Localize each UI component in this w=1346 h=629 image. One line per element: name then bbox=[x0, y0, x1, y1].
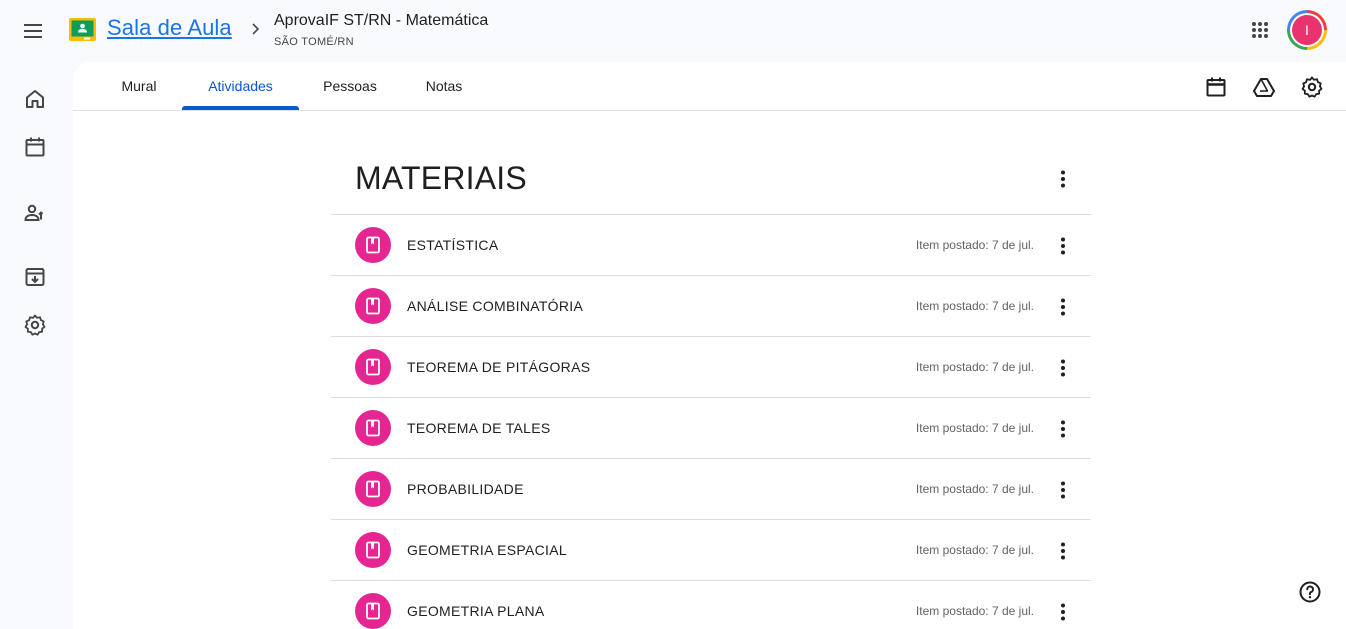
help-icon[interactable] bbox=[1298, 580, 1322, 604]
drive-icon[interactable] bbox=[1252, 75, 1276, 99]
item-title: TEOREMA DE TALES bbox=[407, 420, 551, 436]
archive-icon[interactable] bbox=[23, 265, 47, 289]
tab-notas[interactable]: Notas bbox=[415, 62, 473, 110]
more-vert-icon[interactable] bbox=[1051, 234, 1075, 258]
book-icon bbox=[355, 532, 391, 568]
item-title: PROBABILIDADE bbox=[407, 481, 524, 497]
app-name-link[interactable]: Sala de Aula bbox=[107, 15, 232, 41]
item-title: GEOMETRIA PLANA bbox=[407, 603, 545, 619]
section-title: MATERIAIS bbox=[355, 160, 527, 196]
list-item[interactable]: TEOREMA DE TALES Item postado: 7 de jul. bbox=[331, 398, 1091, 459]
book-icon bbox=[355, 593, 391, 629]
tab-atividades[interactable]: Atividades bbox=[182, 62, 299, 110]
top-bar: Sala de Aula AprovaIF ST/RN - Matemática… bbox=[0, 0, 1346, 62]
class-title[interactable]: AprovaIF ST/RN - Matemática bbox=[274, 12, 488, 30]
item-date: Item postado: 7 de jul. bbox=[915, 360, 1034, 374]
tab-bar: Mural Atividades Pessoas Notas bbox=[73, 62, 1346, 111]
item-date: Item postado: 7 de jul. bbox=[915, 482, 1034, 496]
classroom-logo-icon[interactable] bbox=[69, 18, 96, 41]
class-subtitle: SÃO TOMÉ/RN bbox=[274, 36, 354, 48]
more-vert-icon[interactable] bbox=[1051, 539, 1075, 563]
item-title: ESTATÍSTICA bbox=[407, 237, 499, 253]
avatar[interactable]: I bbox=[1287, 10, 1327, 50]
home-icon[interactable] bbox=[23, 87, 47, 111]
tab-pessoas[interactable]: Pessoas bbox=[313, 62, 387, 110]
more-vert-icon[interactable] bbox=[1051, 295, 1075, 319]
settings-icon[interactable] bbox=[1300, 75, 1324, 99]
list-item[interactable]: GEOMETRIA ESPACIAL Item postado: 7 de ju… bbox=[331, 520, 1091, 581]
list-item[interactable]: GEOMETRIA PLANA Item postado: 7 de jul. bbox=[331, 581, 1091, 629]
menu-icon[interactable] bbox=[21, 19, 45, 43]
book-icon bbox=[355, 288, 391, 324]
list-item[interactable]: TEOREMA DE PITÁGORAS Item postado: 7 de … bbox=[331, 337, 1091, 398]
item-title: ANÁLISE COMBINATÓRIA bbox=[407, 298, 584, 314]
item-date: Item postado: 7 de jul. bbox=[915, 421, 1034, 435]
main-panel: Mural Atividades Pessoas Notas MATERIAIS… bbox=[73, 62, 1346, 629]
book-icon bbox=[355, 410, 391, 446]
item-date: Item postado: 7 de jul. bbox=[915, 299, 1034, 313]
chevron-right-icon bbox=[247, 21, 263, 37]
active-tab-indicator bbox=[182, 106, 299, 110]
calendar-icon[interactable] bbox=[23, 135, 47, 159]
more-vert-icon[interactable] bbox=[1051, 167, 1075, 191]
list-item[interactable]: PROBABILIDADE Item postado: 7 de jul. bbox=[331, 459, 1091, 520]
more-vert-icon[interactable] bbox=[1051, 600, 1075, 624]
item-title: TEOREMA DE PITÁGORAS bbox=[407, 359, 591, 375]
list-item[interactable]: ESTATÍSTICA Item postado: 7 de jul. bbox=[331, 215, 1091, 276]
tab-mural[interactable]: Mural bbox=[109, 62, 169, 110]
item-date: Item postado: 7 de jul. bbox=[915, 543, 1034, 557]
more-vert-icon[interactable] bbox=[1051, 478, 1075, 502]
book-icon bbox=[355, 227, 391, 263]
item-title: GEOMETRIA ESPACIAL bbox=[407, 542, 567, 558]
calendar-icon[interactable] bbox=[1204, 75, 1228, 99]
apps-grid-icon[interactable] bbox=[1248, 18, 1272, 42]
more-vert-icon[interactable] bbox=[1051, 417, 1075, 441]
settings-icon[interactable] bbox=[23, 313, 47, 337]
book-icon bbox=[355, 349, 391, 385]
more-vert-icon[interactable] bbox=[1051, 356, 1075, 380]
avatar-initial: I bbox=[1292, 15, 1322, 45]
book-icon bbox=[355, 471, 391, 507]
item-date: Item postado: 7 de jul. bbox=[915, 604, 1034, 618]
list-item[interactable]: ANÁLISE COMBINATÓRIA Item postado: 7 de … bbox=[331, 276, 1091, 337]
item-date: Item postado: 7 de jul. bbox=[915, 238, 1034, 252]
people-icon[interactable] bbox=[23, 201, 47, 225]
